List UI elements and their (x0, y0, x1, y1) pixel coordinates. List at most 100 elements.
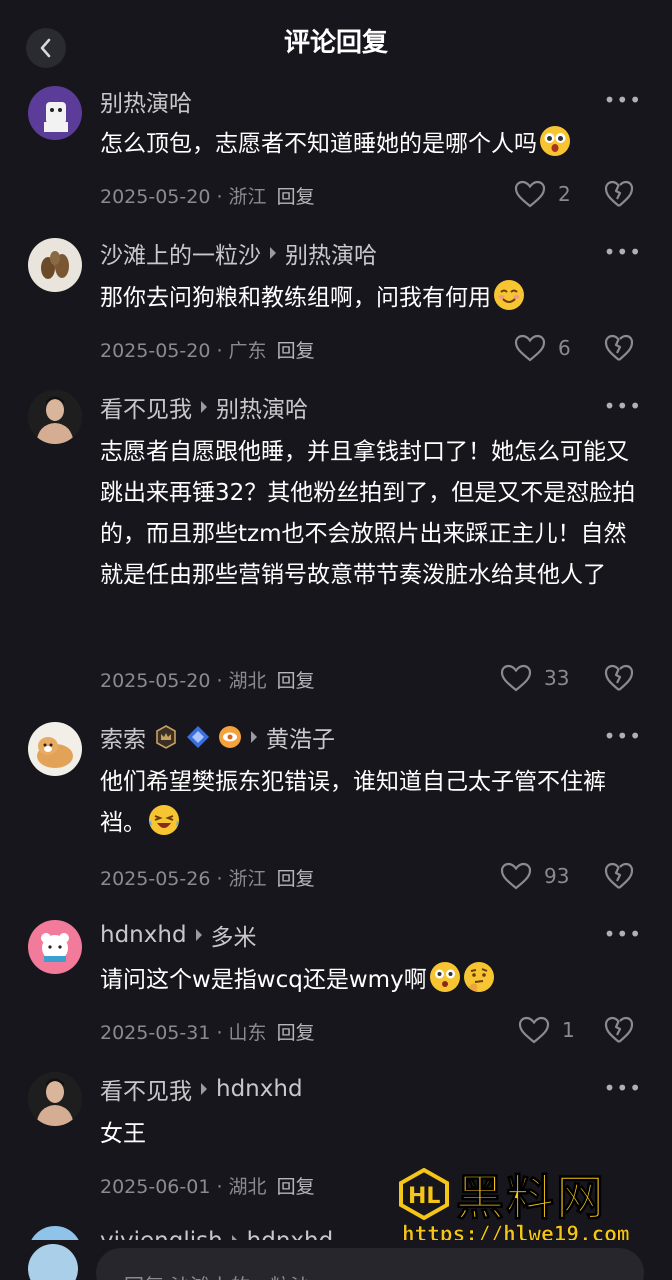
avatar[interactable] (28, 722, 82, 776)
like-button[interactable]: 2 (514, 180, 571, 208)
comment-meta: 2025-06-01 · 湖北 回复 (100, 1176, 315, 1198)
smiling-emoji-icon (494, 280, 524, 310)
like-button[interactable]: 93 (500, 862, 569, 890)
crown-badge-icon (156, 725, 176, 749)
reply-button[interactable]: 回复 (277, 868, 315, 890)
comment-author-row: 看不见我 别热演哈 (100, 390, 308, 424)
avatar[interactable] (28, 390, 82, 444)
dislike-button[interactable] (604, 180, 634, 212)
reply-input[interactable]: 回复 沙滩上的一粒沙 (96, 1248, 644, 1280)
like-count: 93 (544, 864, 570, 888)
broken-heart-icon (604, 334, 634, 361)
avatar[interactable] (28, 920, 82, 974)
reply-to-user[interactable]: hdnxhd (216, 1076, 303, 1102)
avatar[interactable] (28, 1072, 82, 1126)
like-count: 6 (558, 336, 571, 360)
heart-icon (514, 180, 546, 208)
like-button[interactable]: 6 (514, 334, 571, 362)
comment-author[interactable]: hdnxhd (100, 922, 187, 948)
reply-to-user[interactable]: 别热演哈 (216, 390, 308, 424)
svg-text:HL: HL (408, 1184, 440, 1209)
reply-arrow-icon (200, 394, 208, 420)
more-icon[interactable]: ••• (604, 922, 642, 946)
more-icon[interactable]: ••• (604, 394, 642, 418)
heart-icon (514, 334, 546, 362)
watermark: HL 黑料网 https://hlwe19.com (396, 1160, 646, 1252)
comment-location: 湖北 (228, 670, 267, 692)
reply-to-user[interactable]: 多米 (211, 918, 257, 952)
reply-button[interactable]: 回复 (277, 1022, 315, 1044)
dislike-button[interactable] (604, 1016, 634, 1048)
reply-input-placeholder: 回复 沙滩上的一粒沙 (124, 1270, 310, 1280)
my-avatar[interactable] (28, 1244, 78, 1280)
comment-author-row: hdnxhd 多米 (100, 918, 257, 952)
diamond-badge-icon (187, 726, 209, 748)
like-count: 33 (544, 666, 570, 690)
thinking-emoji-icon (463, 962, 494, 992)
comment-meta: 2025-05-20 · 湖北 回复 (100, 670, 315, 692)
comment-date: 2025-06-01 (100, 1176, 211, 1198)
comment-author-row: 索索 黄浩子 (100, 720, 335, 754)
reply-arrow-icon (269, 240, 277, 266)
comment-date: 2025-05-26 (100, 868, 211, 890)
reply-arrow-icon (250, 724, 258, 750)
comment-author[interactable]: 看不见我 (100, 390, 192, 424)
comment-author[interactable]: 沙滩上的一粒沙 (100, 236, 261, 270)
heart-icon (500, 664, 532, 692)
reply-button[interactable]: 回复 (277, 340, 315, 362)
more-icon[interactable]: ••• (604, 88, 642, 112)
reply-arrow-icon (195, 922, 203, 948)
watermark-logo-icon: HL (399, 1168, 449, 1220)
chevron-left-icon (40, 38, 51, 58)
more-icon[interactable]: ••• (604, 240, 642, 264)
broken-heart-icon (604, 1016, 634, 1043)
broken-heart-icon (604, 862, 634, 889)
comment-text: 那你去问狗粮和教练组啊，问我有何用 (100, 278, 645, 319)
comment-text: 怎么顶包，志愿者不知道睡她的是哪个人吗 (100, 124, 645, 165)
watermark-name: 黑料网 (455, 1170, 607, 1227)
more-icon[interactable]: ••• (604, 724, 642, 748)
broken-heart-icon (604, 180, 634, 207)
comment-text: 女王 (100, 1121, 146, 1147)
surprised-emoji-icon (429, 962, 460, 992)
comment-author-row: 别热演哈 (100, 84, 192, 118)
laughing-crying-emoji-icon (149, 805, 179, 835)
reply-button[interactable]: 回复 (277, 670, 315, 692)
comment-text: 他们希望樊振东犯错误，谁知道自己太子管不住裤裆。 (100, 769, 606, 836)
comment-author[interactable]: 看不见我 (100, 1072, 192, 1106)
like-count: 1 (562, 1018, 575, 1042)
comment-location: 浙江 (228, 186, 267, 208)
comment-text: 志愿者自愿跟他睡，并且拿钱封口了！她怎么可能又跳出来再锤32？其他粉丝拍到了，但… (100, 439, 636, 588)
reply-to-user[interactable]: 黄浩子 (266, 720, 335, 754)
comment-location: 山东 (228, 1022, 267, 1044)
comment-location: 湖北 (228, 1176, 267, 1198)
comment-meta: 2025-05-31 · 山东 回复 (100, 1022, 315, 1044)
comment-author-row: 看不见我 hdnxhd (100, 1072, 303, 1106)
back-button[interactable] (26, 28, 66, 68)
comment-meta: 2025-05-26 · 浙江 回复 (100, 868, 315, 890)
comment-text: 请问这个w是指wcq还是wmy啊 (100, 960, 645, 1001)
reply-bar: 回复 沙滩上的一粒沙 (0, 1240, 672, 1280)
comment-location: 浙江 (228, 868, 267, 890)
like-button[interactable]: 1 (518, 1016, 575, 1044)
dislike-button[interactable] (604, 664, 634, 696)
comment-author[interactable]: 索索 (100, 720, 146, 754)
avatar[interactable] (28, 86, 82, 140)
comment-meta: 2025-05-20 · 广东 回复 (100, 340, 315, 362)
starry-eyed-emoji-icon (540, 126, 570, 156)
heart-icon (518, 1016, 550, 1044)
reply-to-user[interactable]: 别热演哈 (285, 236, 377, 270)
like-button[interactable]: 33 (500, 664, 569, 692)
comment-author[interactable]: 别热演哈 (100, 84, 192, 118)
comment-date: 2025-05-20 (100, 670, 211, 692)
page-title: 评论回复 (283, 27, 388, 58)
dislike-button[interactable] (604, 334, 634, 366)
avatar[interactable] (28, 238, 82, 292)
reply-button[interactable]: 回复 (277, 186, 315, 208)
header: 评论回复 (0, 0, 672, 86)
comment-date: 2025-05-20 (100, 186, 211, 208)
dislike-button[interactable] (604, 862, 634, 894)
more-icon[interactable]: ••• (604, 1076, 642, 1100)
heart-icon (500, 862, 532, 890)
reply-button[interactable]: 回复 (277, 1176, 315, 1198)
